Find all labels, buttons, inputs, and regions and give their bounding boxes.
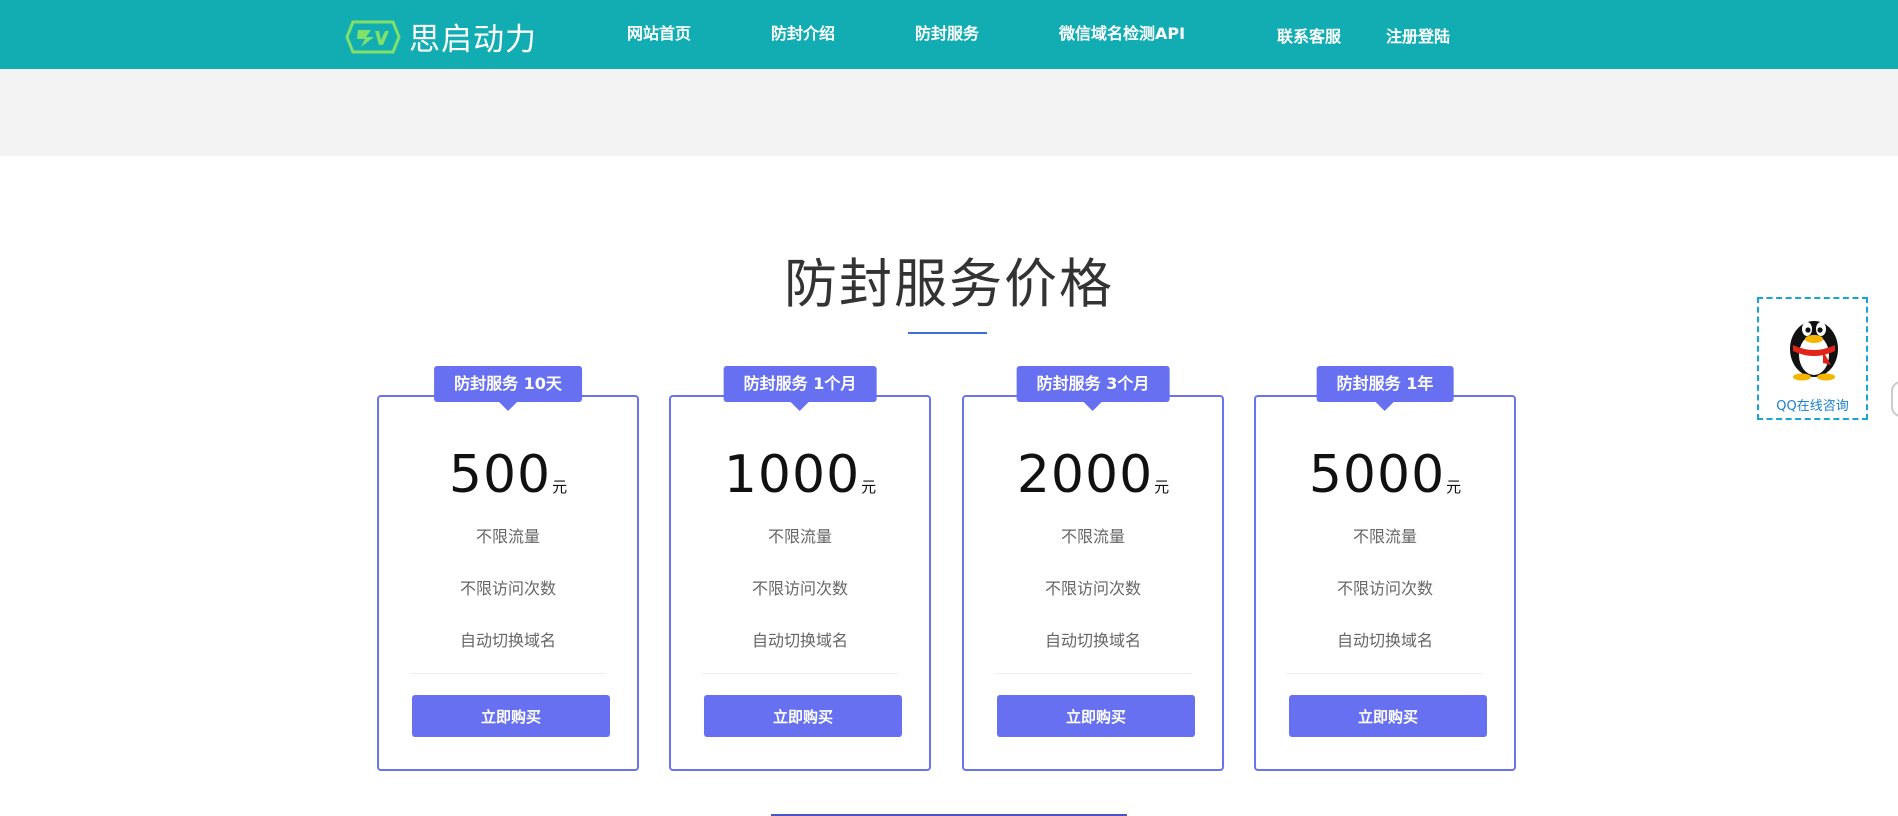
site-logo[interactable]: 思启动力 [345, 14, 537, 59]
nav-home[interactable]: 网站首页 [627, 20, 691, 44]
plan-tag: 防封服务 10天 [434, 366, 582, 411]
card-divider [995, 673, 1191, 674]
side-panel-handle[interactable] [1891, 381, 1898, 417]
section-title: 防封服务价格 [784, 254, 1114, 315]
price-value: 500 [448, 445, 552, 505]
plan-price: 1000元 [671, 445, 929, 505]
feature-item: 不限流量 [1352, 527, 1417, 546]
feature-item: 不限访问次数 [1336, 579, 1433, 598]
nav-intro[interactable]: 防封介绍 [771, 20, 835, 44]
pricing-card-3months: 防封服务 3个月 2000元 不限流量 不限访问次数 自动切换域名 立即购买 [962, 366, 1224, 771]
qq-consult-label: QQ在线咨询 [1776, 399, 1849, 414]
nav-service[interactable]: 防封服务 [915, 20, 979, 44]
tag-arrow [1376, 402, 1394, 411]
buy-button[interactable]: 立即购买 [997, 695, 1195, 737]
price-value: 5000 [1308, 445, 1446, 505]
buy-button[interactable]: 立即购买 [1289, 695, 1487, 737]
price-value: 1000 [723, 445, 861, 505]
price-value: 2000 [1016, 445, 1154, 505]
plan-tag-label: 防封服务 3个月 [1036, 374, 1150, 393]
nav-contact[interactable]: 联系客服 [1277, 23, 1341, 47]
banner-area [0, 69, 1898, 156]
qq-online-consult[interactable]: QQ在线咨询 [1757, 297, 1868, 420]
feature-item: 不限流量 [1060, 527, 1125, 546]
logo-icon [345, 20, 401, 53]
logo-text: 思启动力 [409, 22, 537, 58]
card-divider [410, 673, 606, 674]
pricing-card-1year: 防封服务 1年 5000元 不限流量 不限访问次数 自动切换域名 立即购买 [1254, 366, 1516, 771]
card-divider [702, 673, 898, 674]
feature-item: 自动切换域名 [459, 631, 556, 650]
price-unit: 元 [861, 478, 877, 496]
top-nav-bar: 思启动力 网站首页 防封介绍 防封服务 微信域名检测API 联系客服 注册登陆 [0, 0, 1898, 69]
nav-register-login[interactable]: 注册登陆 [1386, 23, 1450, 47]
feature-item: 自动切换域名 [751, 631, 848, 650]
feature-item: 自动切换域名 [1336, 631, 1433, 650]
qq-penguin-icon [1790, 321, 1838, 381]
nav-domain-api[interactable]: 微信域名检测API [1059, 20, 1185, 44]
tag-arrow [1084, 402, 1102, 411]
price-unit: 元 [1154, 478, 1170, 496]
pricing-card-1month: 防封服务 1个月 1000元 不限流量 不限访问次数 自动切换域名 立即购买 [669, 366, 931, 771]
plan-tag: 防封服务 1个月 [723, 366, 877, 411]
feature-item: 不限访问次数 [459, 579, 556, 598]
buy-button[interactable]: 立即购买 [704, 695, 902, 737]
price-unit: 元 [552, 478, 568, 496]
price-unit: 元 [1446, 478, 1462, 496]
pricing-card-10days: 防封服务 10天 500元 不限流量 不限访问次数 自动切换域名 立即购买 [377, 366, 639, 771]
tag-arrow [791, 402, 809, 411]
card-divider [1287, 673, 1483, 674]
plan-tag-label: 防封服务 1个月 [743, 374, 857, 393]
plan-tag-label: 防封服务 1年 [1336, 374, 1434, 393]
tag-arrow [499, 402, 517, 411]
plan-tag: 防封服务 1年 [1316, 366, 1454, 411]
feature-item: 不限流量 [767, 527, 832, 546]
plan-price: 5000元 [1256, 445, 1514, 505]
title-underline [908, 332, 987, 334]
buy-button[interactable]: 立即购买 [412, 695, 610, 737]
feature-item: 不限访问次数 [751, 579, 848, 598]
feature-item: 不限流量 [475, 527, 540, 546]
plan-tag: 防封服务 3个月 [1016, 366, 1170, 411]
feature-item: 自动切换域名 [1044, 631, 1141, 650]
plan-tag-label: 防封服务 10天 [454, 374, 562, 393]
feature-item: 不限访问次数 [1044, 579, 1141, 598]
plan-price: 500元 [379, 445, 637, 505]
plan-price: 2000元 [964, 445, 1222, 505]
